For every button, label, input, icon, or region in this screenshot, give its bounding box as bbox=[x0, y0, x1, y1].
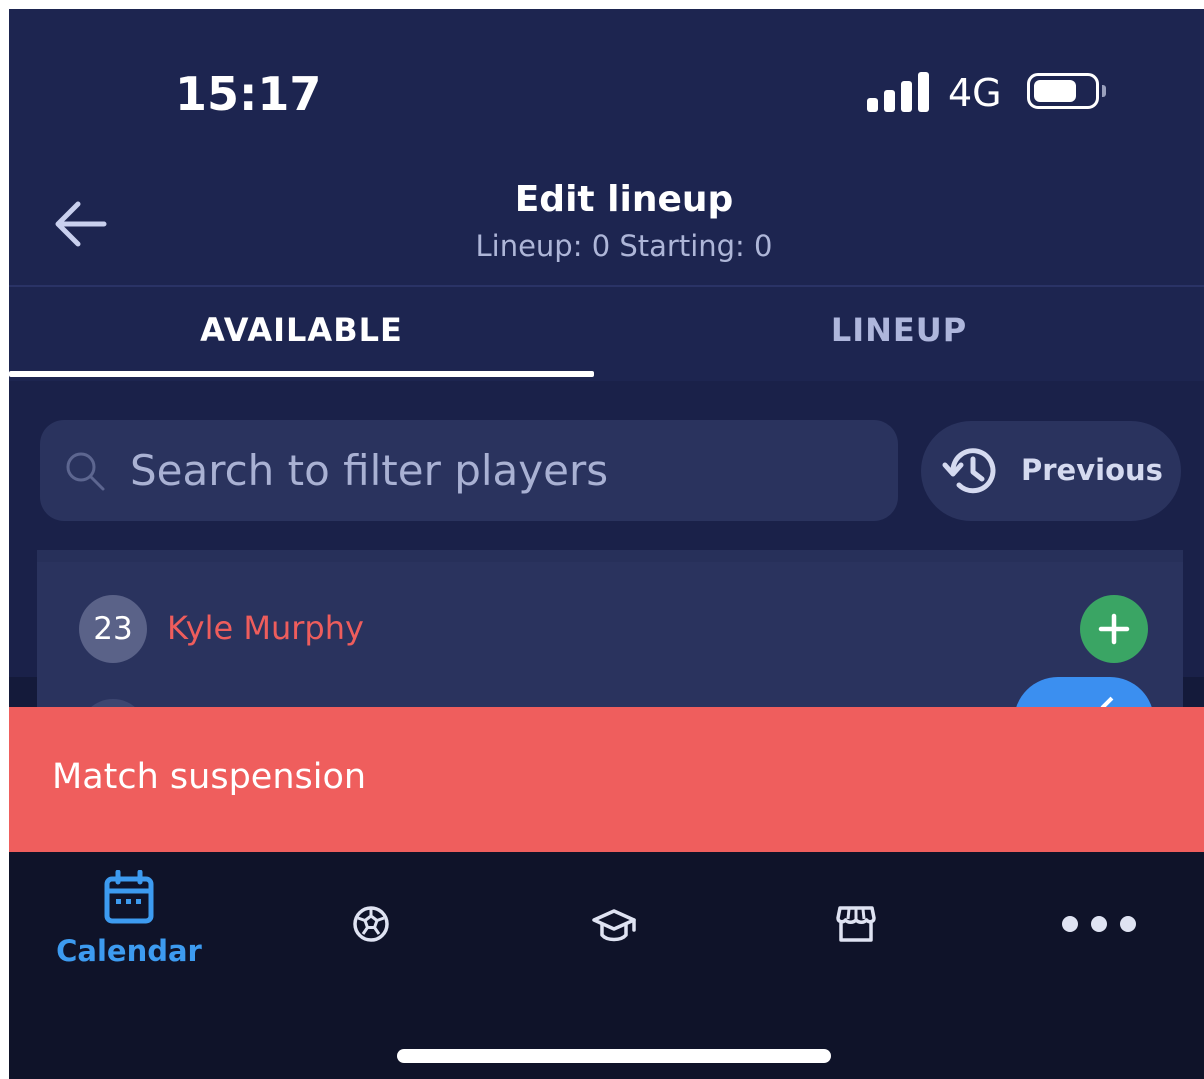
calendar-icon bbox=[104, 870, 154, 924]
battery-tip bbox=[1102, 85, 1106, 97]
player-number-badge: 23 bbox=[79, 595, 147, 663]
nav-label-calendar: Calendar bbox=[56, 934, 202, 968]
nav-item-training[interactable] bbox=[494, 852, 734, 972]
store-icon bbox=[836, 906, 876, 942]
search-input[interactable]: Search to filter players bbox=[40, 420, 898, 521]
tab-available[interactable]: AVAILABLE bbox=[9, 311, 594, 349]
network-type: 4G bbox=[948, 71, 1002, 115]
add-player-button[interactable] bbox=[1080, 595, 1148, 663]
status-time: 15:17 bbox=[175, 67, 322, 121]
plus-icon bbox=[1098, 613, 1130, 645]
nav-item-calendar[interactable]: Calendar bbox=[9, 852, 249, 972]
search-placeholder: Search to filter players bbox=[130, 446, 609, 495]
nav-item-matches[interactable] bbox=[251, 852, 491, 972]
match-suspension-banner: Match suspension bbox=[9, 707, 1204, 852]
page-title: Edit lineup bbox=[514, 179, 734, 220]
signal-icon bbox=[867, 72, 931, 112]
tab-lineup[interactable]: LINEUP bbox=[594, 311, 1204, 349]
header-divider bbox=[9, 285, 1204, 287]
history-icon bbox=[942, 448, 996, 494]
phone-screen: 15:17 4G Edit lineup Lineup: 0 Starting:… bbox=[9, 9, 1204, 1079]
nav-item-shop[interactable] bbox=[736, 852, 976, 972]
soccer-ball-icon bbox=[353, 906, 389, 942]
previous-lineup-button[interactable]: Previous bbox=[921, 421, 1181, 521]
screenshot: 15:17 4G Edit lineup Lineup: 0 Starting:… bbox=[0, 0, 1204, 1079]
more-icon bbox=[1062, 916, 1136, 932]
search-icon bbox=[66, 452, 105, 491]
list-top-strip bbox=[37, 550, 1183, 562]
bottom-nav: Calendar bbox=[9, 852, 1204, 1079]
graduation-cap-icon bbox=[592, 909, 636, 942]
tab-active-indicator bbox=[9, 371, 594, 377]
battery-fill bbox=[1034, 80, 1076, 102]
home-indicator bbox=[397, 1049, 831, 1063]
player-name[interactable]: Kyle Murphy bbox=[167, 609, 364, 647]
page-subtitle: Lineup: 0 Starting: 0 bbox=[475, 229, 773, 263]
previous-label: Previous bbox=[1021, 453, 1163, 487]
nav-item-more[interactable] bbox=[979, 852, 1204, 972]
banner-text: Match suspension bbox=[52, 757, 367, 797]
battery-icon bbox=[1027, 73, 1099, 109]
